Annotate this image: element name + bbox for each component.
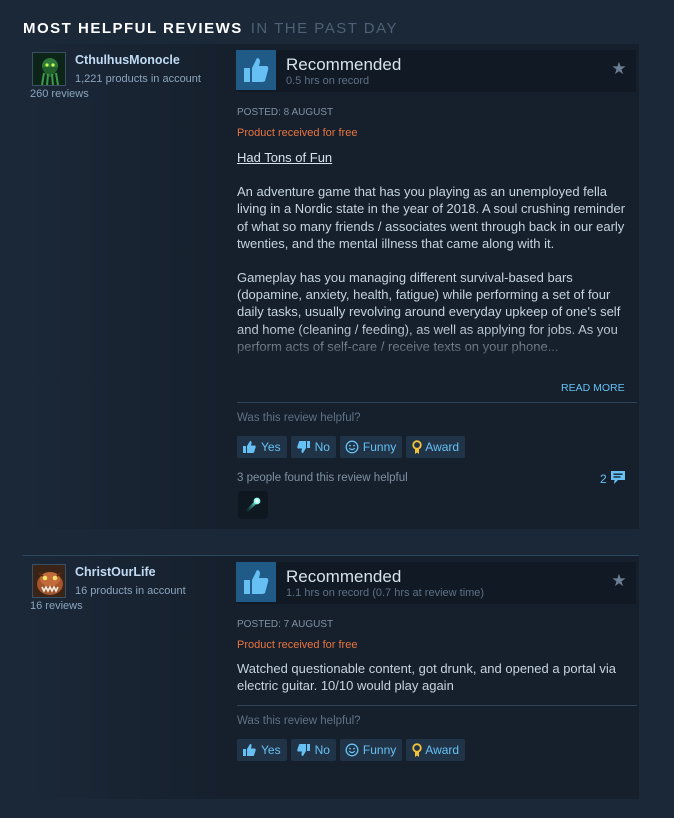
hours-on-record: 1.1 hrs on record (0.7 hrs at review tim… [286, 587, 485, 599]
award-button[interactable]: Award [406, 436, 466, 458]
award-ribbon-icon [411, 742, 423, 758]
smiley-icon [345, 440, 359, 454]
divider [237, 705, 637, 706]
vote-yes-label: Yes [261, 743, 281, 757]
star-icon[interactable]: ★ [610, 572, 628, 590]
vote-funny-label: Funny [362, 743, 397, 757]
award-ribbon-icon [411, 439, 423, 455]
read-more-link[interactable]: READ MORE [561, 382, 625, 394]
star-icon[interactable]: ★ [610, 60, 628, 78]
review-card: ChristOurLife 16 products in account 16 … [23, 555, 639, 799]
vote-funny-button[interactable]: Funny [339, 436, 403, 458]
vote-yes-button[interactable]: Yes [237, 436, 287, 458]
author-name[interactable]: CthulhusMonocle [75, 53, 180, 67]
recommendation-title: Recommended [286, 55, 402, 74]
review-card: CthulhusMonocle 1,221 products in accoun… [23, 44, 639, 529]
rocket-award-icon[interactable] [238, 491, 268, 519]
author-reviews-count[interactable]: 16 reviews [30, 600, 83, 612]
posted-date: POSTED: 8 AUGUST [237, 107, 334, 118]
recommendation-title: Recommended [286, 567, 402, 586]
helpful-question: Was this review helpful? [237, 412, 361, 424]
hours-on-record: 0.5 hrs on record [286, 75, 370, 87]
award-label: Award [425, 440, 460, 454]
helpful-question: Was this review helpful? [237, 715, 361, 727]
author-name[interactable]: ChristOurLife [75, 565, 156, 579]
vote-funny-button[interactable]: Funny [339, 739, 403, 761]
author-products-count[interactable]: 1,221 products in account [75, 73, 201, 85]
vote-no-button[interactable]: No [290, 436, 336, 458]
vote-no-label: No [314, 743, 330, 757]
vote-header[interactable]: Recommended 0.5 hrs on record ★ [236, 50, 636, 92]
comment-count: 2 [600, 472, 607, 486]
thumbs-up-small-icon [242, 440, 257, 454]
review-paragraph: Watched questionable content, got drunk,… [237, 661, 616, 694]
vote-header[interactable]: Recommended 1.1 hrs on record (0.7 hrs a… [236, 562, 636, 604]
review-paragraph: An adventure game that has you playing a… [237, 184, 626, 251]
reviews-page: MOST HELPFUL REVIEWS IN THE PAST DAY Cthu… [0, 0, 674, 818]
award-label: Award [425, 743, 460, 757]
author-reviews-count[interactable]: 260 reviews [30, 88, 89, 100]
avatar[interactable] [32, 564, 66, 598]
section-title: MOST HELPFUL REVIEWS IN THE PAST DAY [23, 20, 398, 38]
text-fade-overlay [237, 327, 637, 369]
thumbs-down-icon [296, 440, 311, 454]
review-heading: Had Tons of Fun [237, 150, 333, 165]
thumbs-up-icon [236, 50, 276, 90]
posted-date: POSTED: 7 AUGUST [237, 619, 334, 630]
found-helpful-count: 3 people found this review helpful [237, 472, 408, 484]
vote-yes-button[interactable]: Yes [237, 739, 287, 761]
avatar[interactable] [32, 52, 66, 86]
vote-yes-label: Yes [261, 440, 281, 454]
thumbs-up-small-icon [242, 743, 257, 757]
section-title-main: MOST HELPFUL REVIEWS [23, 20, 243, 37]
divider [237, 402, 637, 403]
comments-link[interactable]: 2 [600, 470, 626, 488]
section-title-sub: IN THE PAST DAY [250, 20, 398, 37]
thumbs-down-icon [296, 743, 311, 757]
review-text: Watched questionable content, got drunk,… [237, 660, 632, 711]
vote-no-button[interactable]: No [290, 739, 336, 761]
free-product-notice: Product received for free [237, 639, 358, 651]
comment-bubble-icon [610, 470, 626, 488]
vote-buttons: Yes No Funny Award [237, 739, 469, 761]
vote-no-label: No [314, 440, 330, 454]
free-product-notice: Product received for free [237, 127, 358, 139]
thumbs-up-icon [236, 562, 276, 602]
vote-buttons: Yes No Funny Award [237, 436, 469, 458]
award-button[interactable]: Award [406, 739, 466, 761]
vote-funny-label: Funny [362, 440, 397, 454]
author-products-count[interactable]: 16 products in account [75, 585, 186, 597]
smiley-icon [345, 743, 359, 757]
